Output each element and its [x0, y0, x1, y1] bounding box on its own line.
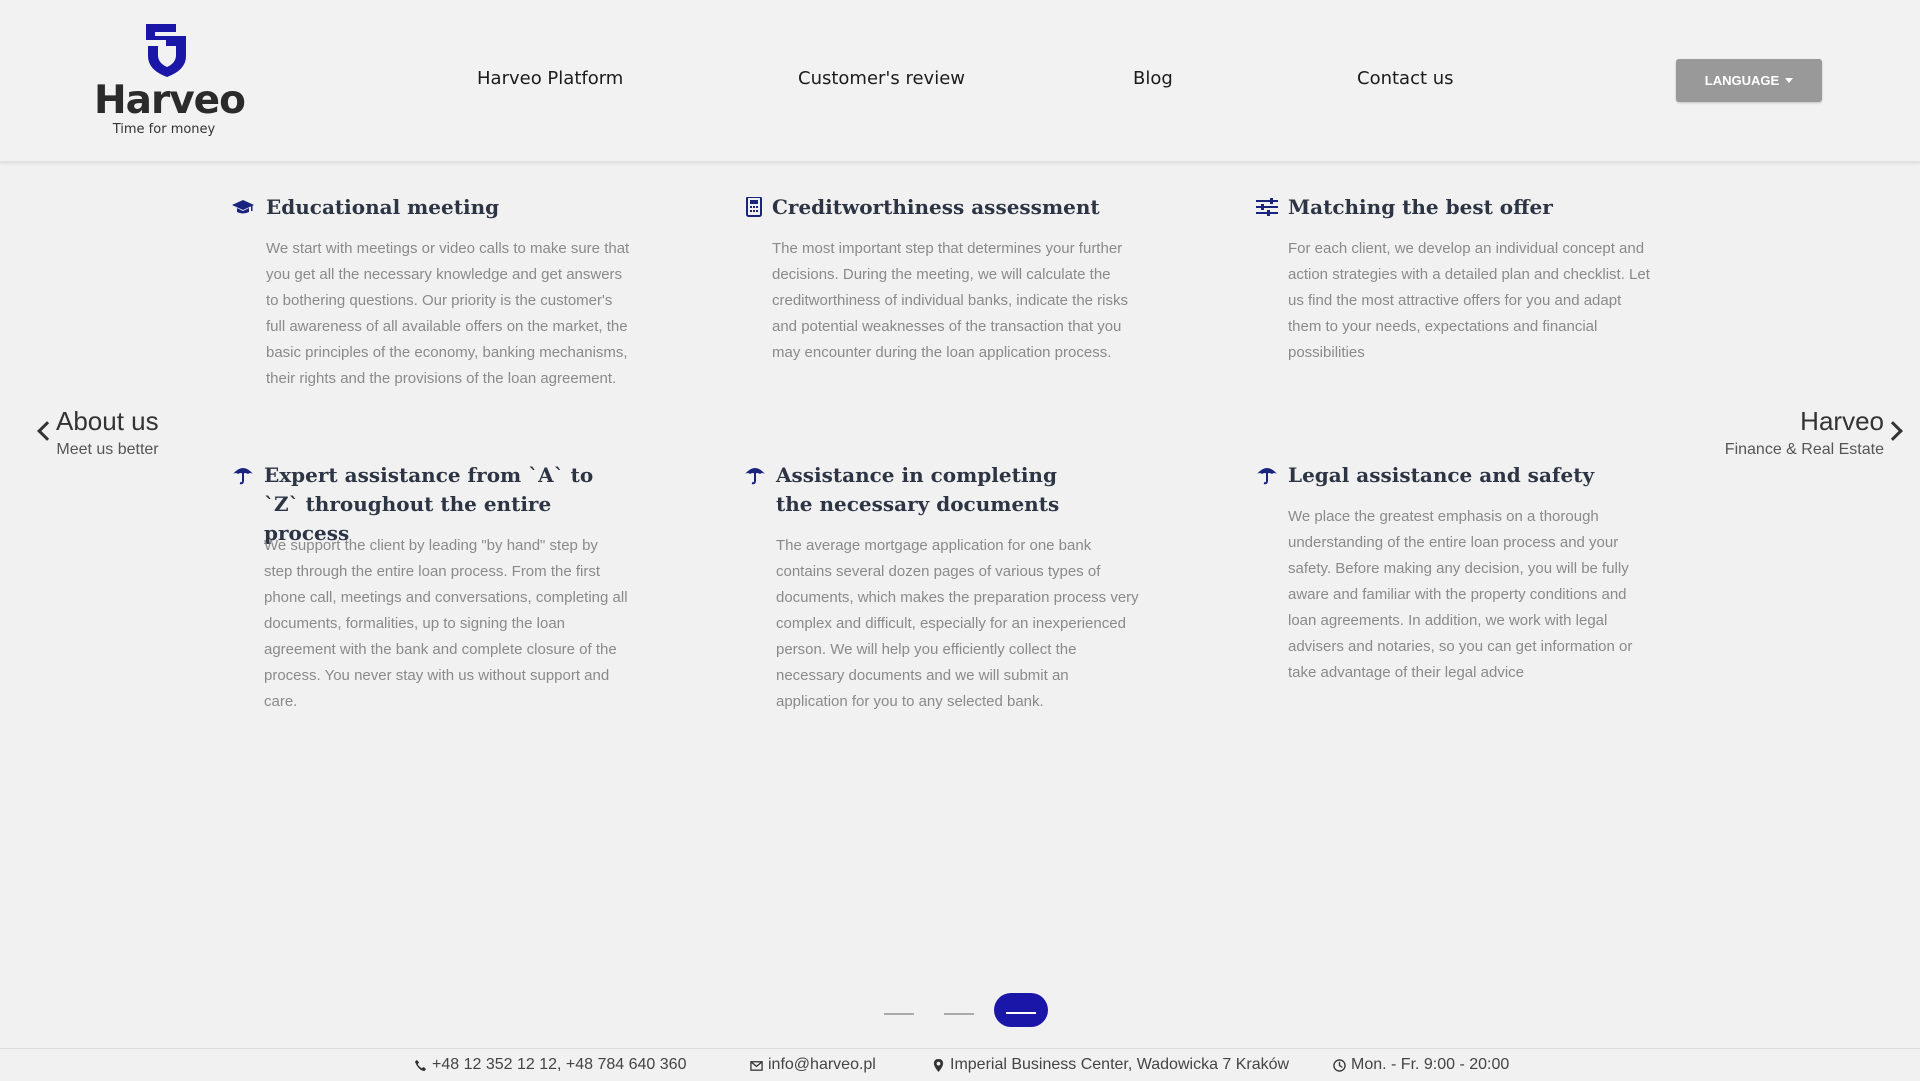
footer-address[interactable]: Imperial Business Center, Wadowicka 7 Kr…: [932, 1056, 1289, 1074]
phone-text: +48 12 352 12 12, +48 784 640 360: [432, 1056, 687, 1073]
footer-phone[interactable]: +48 12 352 12 12, +48 784 640 360: [414, 1056, 686, 1074]
nav-harveo-platform[interactable]: Harveo Platform: [477, 68, 623, 89]
feature-text: The most important step that determines …: [772, 240, 1129, 361]
graduation-cap-icon: [232, 200, 254, 214]
prev-title: About us: [56, 406, 159, 436]
brand-tagline: Time for money: [112, 122, 216, 137]
carousel-indicator-2[interactable]: [944, 1013, 974, 1015]
feature-text: We support the client by leading "by han…: [264, 537, 628, 710]
umbrella-icon: [233, 468, 253, 485]
caret-down-icon: [1785, 78, 1794, 83]
feature-text: The average mortgage application for one…: [776, 537, 1139, 710]
shield-logo-icon: [146, 24, 186, 77]
carousel-next[interactable]: Harveo Finance & Real Estate: [1724, 406, 1903, 459]
next-subtitle: Finance & Real Estate: [1724, 441, 1884, 458]
umbrella-icon: [1257, 468, 1277, 485]
map-marker-icon: [933, 1058, 944, 1072]
carousel-indicator-1[interactable]: [884, 1013, 914, 1015]
language-dropdown-button[interactable]: LANGUAGE: [1676, 59, 1822, 102]
email-text: info@harveo.pl: [768, 1056, 876, 1073]
hours-text: Mon. - Fr. 9:00 - 20:00: [1351, 1056, 1510, 1073]
clock-icon: [1333, 1058, 1346, 1072]
feature-title: Assistance in completing the necessary d…: [776, 463, 1060, 516]
envelope-icon: [750, 1060, 763, 1071]
feature-text: For each client, we develop an individua…: [1288, 240, 1650, 361]
nav-contact-us[interactable]: Contact us: [1357, 68, 1454, 89]
feature-text: We place the greatest emphasis on a thor…: [1288, 508, 1633, 681]
feature-text: We start with meetings or video calls to…: [266, 240, 630, 387]
calculator-icon: [746, 197, 762, 217]
language-label: LANGUAGE: [1704, 73, 1780, 88]
address-text: Imperial Business Center, Wadowicka 7 Kr…: [950, 1056, 1290, 1073]
footer-hours: Mon. - Fr. 9:00 - 20:00: [1333, 1056, 1509, 1074]
feature-title: Matching the best offer: [1288, 195, 1553, 219]
carousel-indicator-3-active[interactable]: [994, 993, 1048, 1027]
contact-footer: +48 12 352 12 12, +48 784 640 360 info@h…: [0, 1048, 1920, 1081]
sliders-icon: [1256, 198, 1278, 216]
feature-title: Legal assistance and safety: [1288, 463, 1595, 487]
umbrella-icon: [745, 468, 765, 485]
nav-customers-review[interactable]: Customer's review: [798, 68, 965, 89]
next-title: Harveo: [1800, 406, 1884, 436]
prev-subtitle: Meet us better: [56, 441, 159, 458]
feature-title: Creditworthiness assessment: [772, 195, 1100, 219]
nav-blog[interactable]: Blog: [1133, 68, 1173, 89]
phone-icon: [414, 1059, 427, 1071]
carousel-prev[interactable]: About us Meet us better: [37, 406, 159, 459]
brand-name: Harveo: [94, 78, 246, 123]
footer-email[interactable]: info@harveo.pl: [750, 1056, 876, 1074]
site-header: Harveo Time for money Harveo Platform Cu…: [0, 0, 1920, 163]
harveo-logo[interactable]: Harveo Time for money: [94, 22, 246, 142]
feature-title: Educational meeting: [266, 195, 500, 219]
